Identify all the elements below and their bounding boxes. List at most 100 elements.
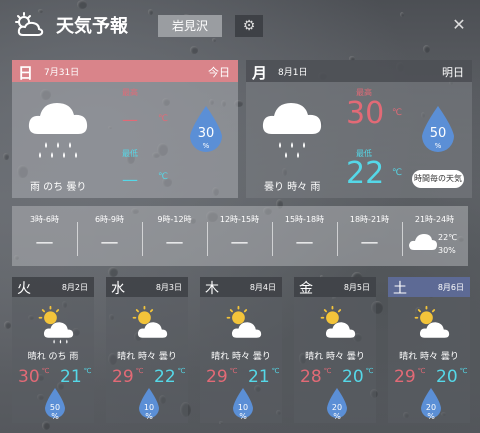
high-temp: —	[122, 110, 138, 129]
high-unit: ℃	[41, 367, 50, 375]
day-card: 水 8月3日 晴れ 時々 曇り 29 ℃ 22 ℃ 10%	[106, 277, 188, 423]
precip-drop-icon: 50 %	[418, 104, 458, 156]
precip-value: 20%	[425, 403, 437, 421]
slot-time: 21時-24時	[414, 215, 455, 224]
slot-value: —	[100, 232, 119, 253]
day-card: 土 8月6日 晴れ 時々 曇り 29 ℃ 20 ℃ 20%	[388, 277, 470, 423]
sun-cloud-rain-icon	[38, 305, 74, 344]
low-temp: 22	[346, 156, 385, 191]
weather-description: 晴れ のち 雨	[27, 352, 79, 362]
day-card: 木 8月4日 晴れ 時々 曇り 29 ℃ 21 ℃ 10%	[200, 277, 282, 423]
high-temp: 30	[346, 96, 385, 131]
raindrop	[3, 152, 9, 161]
slot-time: 9時-12時	[157, 215, 192, 224]
today-card: 日 7月31日 今日 雨 のち 曇り 最高 — ℃ 最低 — ℃ 30 %	[12, 60, 238, 198]
high-unit: ℃	[323, 367, 332, 375]
cloud-icon	[409, 234, 437, 250]
weather-description: 雨 のち 曇り	[30, 182, 87, 193]
day-of-week: 木	[205, 281, 219, 297]
low-unit: ℃	[177, 367, 186, 375]
slot-time: 15時-18時	[284, 215, 325, 224]
sun-cloud-icon	[132, 305, 168, 338]
weather-description: 晴れ 時々 曇り	[211, 352, 271, 362]
location-button[interactable]: 岩見沢	[158, 15, 222, 37]
high-temp: 30 ℃	[18, 367, 50, 387]
date: 8月3日	[155, 283, 182, 292]
relative-day: 今日	[208, 66, 230, 79]
high-temp: 29 ℃	[394, 367, 426, 387]
high-temp: 29 ℃	[206, 367, 238, 387]
cloud-rain-icon	[262, 103, 322, 158]
low-temp-value: 21	[248, 367, 270, 387]
day-of-week: 日	[18, 64, 34, 82]
low-temp: 22 ℃	[154, 367, 186, 387]
precip-drop-icon: 10%	[230, 387, 256, 421]
weather-description: 晴れ 時々 曇り	[399, 352, 459, 362]
high-temp-value: 29	[206, 367, 228, 387]
low-label: 最低	[122, 149, 138, 158]
day-card: 火 8月2日 晴れ のち 雨 30 ℃ 21 ℃ 50%	[12, 277, 94, 423]
sun-cloud-logo	[15, 12, 44, 36]
precip-value: 10%	[143, 403, 155, 421]
day-of-week: 金	[299, 281, 313, 297]
cloud-rain-icon	[28, 103, 88, 158]
low-unit: ℃	[392, 168, 403, 178]
day-of-week: 月	[252, 64, 268, 82]
slot-precip: 30%	[438, 246, 456, 255]
slot-value: —	[295, 232, 314, 253]
raindrop	[108, 266, 118, 278]
weather-description: 曇り 時々 雨	[264, 182, 321, 193]
day-card-header: 火 8月2日	[12, 277, 94, 297]
sun-cloud-icon	[320, 305, 356, 338]
low-temp: 20 ℃	[342, 367, 374, 387]
high-unit: ℃	[392, 108, 403, 118]
sun-cloud-icon	[226, 305, 262, 338]
today-header: 日 7月31日 今日	[12, 60, 238, 82]
slot-time: 12時-15時	[219, 215, 260, 224]
low-temp: 21 ℃	[248, 367, 280, 387]
high-temp-value: 29	[112, 367, 134, 387]
date: 8月1日	[278, 68, 308, 78]
high-temp-value: 29	[394, 367, 416, 387]
close-icon: ✕	[452, 15, 466, 34]
precip-value: 10%	[237, 403, 249, 421]
hourly-forecast: 3時-6時 — 6時-9時 — 9時-12時 — 12時-15時 — 15時-1…	[12, 206, 468, 266]
high-unit: ℃	[135, 367, 144, 375]
low-temp-value: 22	[154, 367, 176, 387]
low-temp: 20 ℃	[436, 367, 468, 387]
date: 7月31日	[44, 68, 80, 78]
day-card: 金 8月5日 晴れ 時々 曇り 28 ℃ 20 ℃ 20%	[294, 277, 376, 423]
low-temp-value: 21	[60, 367, 82, 387]
slot-value: —	[230, 232, 249, 253]
hourly-slot: 6時-9時 —	[77, 206, 142, 266]
high-temp: 28 ℃	[300, 367, 332, 387]
high-unit: ℃	[229, 367, 238, 375]
precip-drop-icon: 10%	[136, 387, 162, 421]
day-card-header: 金 8月5日	[294, 277, 376, 297]
low-temp: 21 ℃	[60, 367, 92, 387]
high-temp-value: 30	[18, 367, 40, 387]
close-button[interactable]: ✕	[448, 14, 470, 36]
precip-drop-icon: 30 %	[186, 104, 226, 156]
date: 8月2日	[61, 283, 88, 292]
tomorrow-header: 月 8月1日 明日	[246, 60, 472, 82]
precip-unit: %	[202, 142, 210, 150]
precip-value: 50	[429, 126, 447, 141]
low-temp-value: 20	[436, 367, 458, 387]
hourly-slot: 18時-21時 —	[337, 206, 402, 266]
slot-time: 3時-6時	[29, 215, 60, 224]
slot-time: 18時-21時	[349, 215, 390, 224]
hourly-slot: 9時-12時 —	[142, 206, 207, 266]
low-temp: —	[122, 170, 138, 189]
slot-temp: 22℃	[438, 233, 458, 242]
hourly-weather-button[interactable]: 時間毎の天気	[412, 170, 464, 188]
day-of-week: 火	[17, 281, 31, 297]
settings-button[interactable]: ⚙	[235, 15, 263, 37]
precip-drop-icon: 50%	[42, 387, 68, 421]
slot-value: —	[35, 232, 54, 253]
gear-icon: ⚙	[242, 18, 256, 34]
low-unit: ℃	[271, 367, 280, 375]
slot-value: —	[360, 232, 379, 253]
precip-value: 50%	[49, 403, 61, 421]
date: 8月6日	[437, 283, 464, 292]
